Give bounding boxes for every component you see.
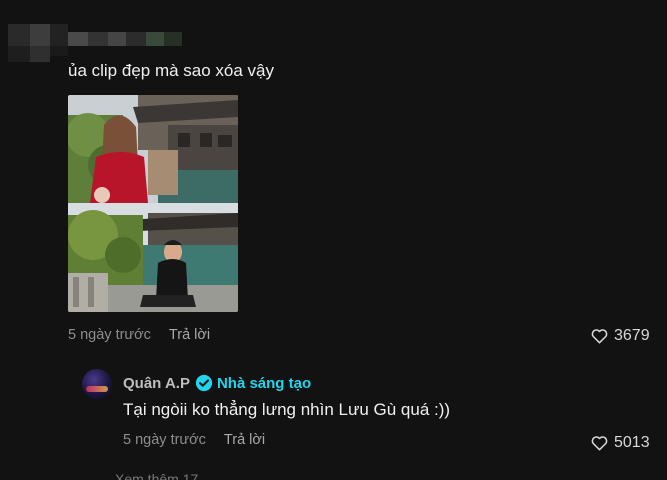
comment-text: ủa clip đẹp mà sao xóa vậy [68,61,275,80]
comment-photo[interactable] [68,95,238,312]
view-more-replies-link[interactable]: Xem thêm 17 [115,471,198,480]
avatar[interactable] [82,369,112,399]
reply-like-button[interactable]: 5013 [591,434,650,452]
comment-reply-button[interactable]: Trả lời [169,327,210,343]
creator-badge: Nhà sáng tạo [195,374,311,392]
heart-outline-icon [591,329,608,344]
reply-text: Tại ngòii ko thẳng lưng nhìn Lưu Gù quá … [123,400,451,419]
reply-like-count: 5013 [614,434,650,451]
photo-collage [68,95,238,312]
reply-author-row: Quân A.P Nhà sáng tạo [123,374,311,392]
reply-reply-button[interactable]: Trả lời [224,432,265,448]
heart-outline-icon [591,436,608,451]
reply-timestamp: 5 ngày trước [123,432,206,448]
blurred-username [8,24,183,62]
comment-thread: ủa clip đẹp mà sao xóa vậy 5 ngày trước … [0,0,667,480]
comment-timestamp: 5 ngày trước [68,327,151,343]
comment-meta: 5 ngày trước Trả lời [68,327,210,343]
comment-like-count: 3679 [614,327,650,344]
verified-check-icon [195,374,213,392]
reply-author-name[interactable]: Quân A.P [123,375,190,392]
comment-like-button[interactable]: 3679 [591,327,650,345]
creator-label: Nhà sáng tạo [216,374,312,392]
reply-meta: 5 ngày trước Trả lời [123,432,265,448]
